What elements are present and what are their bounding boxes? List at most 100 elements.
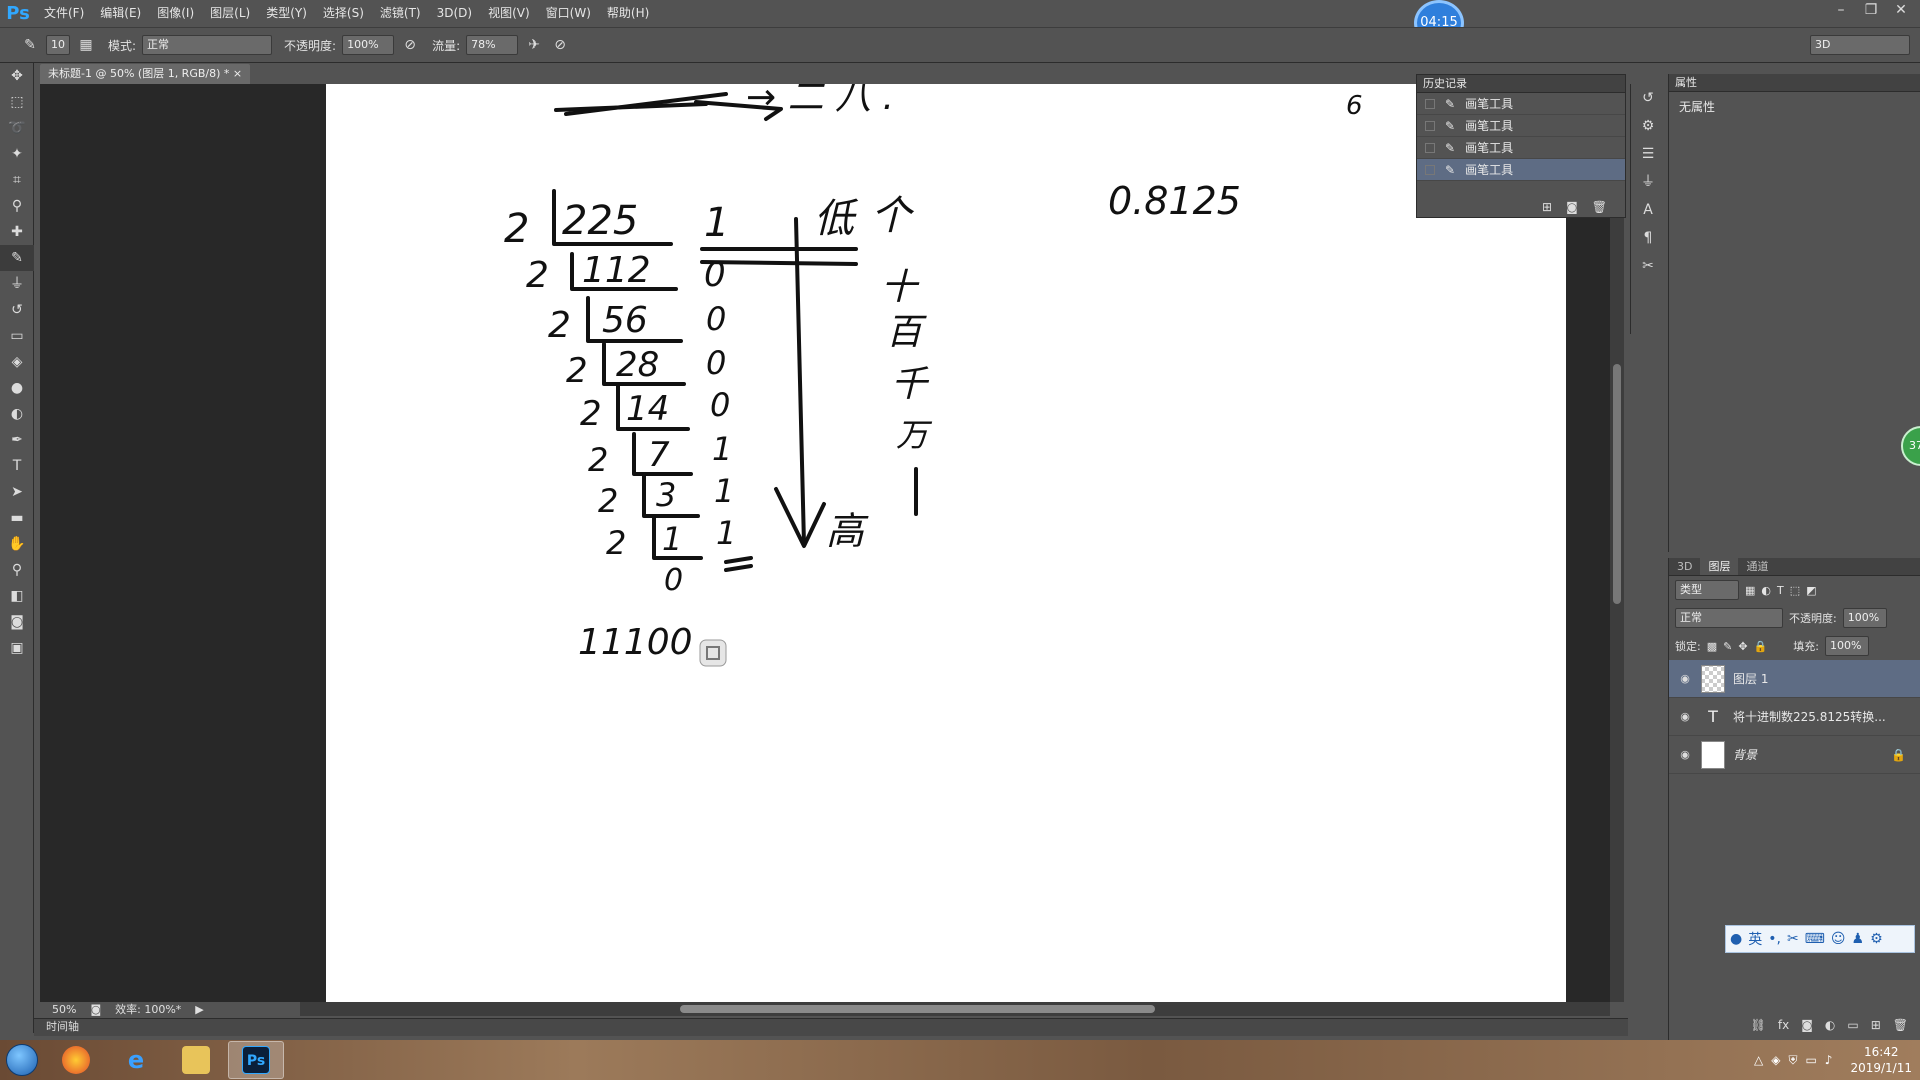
shirt-icon[interactable]: ♟: [1852, 931, 1865, 947]
camera-icon[interactable]: ◙: [90, 1002, 101, 1018]
new-layer-icon[interactable]: ⊞: [1871, 1018, 1881, 1038]
document-tab[interactable]: 未标题-1 @ 50% (图层 1, RGB/8) * ×: [40, 64, 251, 84]
menu-3d[interactable]: 3D(D): [429, 0, 480, 27]
horizontal-scrollbar[interactable]: [300, 1002, 1610, 1016]
scissors-icon[interactable]: ✂: [1787, 931, 1799, 947]
sliders-icon[interactable]: ☰: [1631, 140, 1665, 168]
minimize-icon[interactable]: –: [1826, 0, 1856, 20]
crop-tool-icon[interactable]: ⌗: [0, 167, 34, 193]
history-brush-icon[interactable]: ↺: [0, 297, 34, 323]
ime-language[interactable]: 英: [1748, 929, 1762, 949]
workspace-select[interactable]: 3D: [1810, 35, 1910, 55]
mode-select[interactable]: 正常: [142, 35, 273, 55]
punctuation-icon[interactable]: •,: [1768, 931, 1781, 947]
properties-title[interactable]: 属性: [1669, 74, 1920, 92]
eraser-tool-icon[interactable]: ▭: [0, 323, 34, 349]
tray-arrow-icon[interactable]: △: [1754, 1053, 1763, 1067]
status-menu-icon[interactable]: ▶: [195, 1002, 203, 1018]
group-folder-icon[interactable]: ▭: [1847, 1018, 1858, 1038]
type-tool-icon[interactable]: T: [0, 453, 34, 479]
vertical-scrollbar[interactable]: [1610, 84, 1624, 1002]
blur-tool-icon[interactable]: ●: [0, 375, 34, 401]
airbrush-icon[interactable]: ✈: [524, 35, 544, 55]
tray-network-icon[interactable]: ◈: [1771, 1053, 1780, 1067]
new-document-icon[interactable]: ⊞: [1542, 197, 1552, 217]
pressure-size-icon[interactable]: ⊘: [550, 35, 570, 55]
menu-type[interactable]: 类型(Y): [258, 0, 315, 27]
flow-input[interactable]: 78%: [466, 35, 519, 55]
filter-adjust-icon[interactable]: ◐: [1761, 584, 1771, 597]
menu-help[interactable]: 帮助(H): [599, 0, 657, 27]
menu-view[interactable]: 视图(V): [480, 0, 538, 27]
menu-filter[interactable]: 滤镜(T): [372, 0, 429, 27]
filter-smart-icon[interactable]: ◩: [1806, 584, 1816, 597]
settings-gear-icon[interactable]: ⚙: [1870, 931, 1883, 947]
history-panel-title[interactable]: 历史记录: [1417, 75, 1625, 93]
history-checkbox[interactable]: [1425, 120, 1435, 131]
layer-name[interactable]: 将十进制数225.8125转换...: [1733, 708, 1886, 725]
clock[interactable]: 16:42 2019/1/11: [1850, 1044, 1912, 1076]
menu-image[interactable]: 图像(I): [149, 0, 202, 27]
fx-icon[interactable]: fx: [1778, 1018, 1789, 1038]
menu-window[interactable]: 窗口(W): [538, 0, 599, 27]
layer-row-active[interactable]: ◉ 图层 1: [1669, 660, 1920, 698]
menu-edit[interactable]: 编辑(E): [92, 0, 149, 27]
taskbar-app-colorful[interactable]: [48, 1041, 104, 1079]
snapshot-icon[interactable]: ◙: [1566, 197, 1578, 217]
pen-tool-icon[interactable]: ✒: [0, 427, 34, 453]
menu-file[interactable]: 文件(F): [36, 0, 92, 27]
brush-panel-icon[interactable]: ▦: [76, 35, 96, 55]
lasso-tool-icon[interactable]: ➰: [0, 115, 34, 141]
layer-name[interactable]: 背景: [1733, 746, 1757, 763]
history-checkbox[interactable]: [1425, 164, 1435, 175]
marquee-tool-icon[interactable]: ⬚: [0, 89, 34, 115]
visibility-eye-icon[interactable]: ◉: [1677, 672, 1693, 685]
history-item[interactable]: ✎ 画笔工具: [1417, 137, 1625, 159]
horizontal-scroll-thumb[interactable]: [680, 1005, 1155, 1013]
layer-row[interactable]: ◉ 背景 🔒: [1669, 736, 1920, 774]
adjustments-icon[interactable]: ⚙: [1631, 112, 1665, 140]
opacity-input[interactable]: 100%: [342, 35, 395, 55]
close-icon[interactable]: ✕: [1886, 0, 1916, 20]
history-item[interactable]: ✎ 画笔工具: [1417, 93, 1625, 115]
menu-select[interactable]: 选择(S): [315, 0, 372, 27]
taskbar-app-explorer[interactable]: [168, 1041, 224, 1079]
adjustment-layer-icon[interactable]: ◐: [1825, 1018, 1835, 1038]
stamp-tool-icon[interactable]: ⏚: [0, 271, 34, 297]
vertical-scroll-thumb[interactable]: [1613, 364, 1621, 604]
menu-layer[interactable]: 图层(L): [202, 0, 258, 27]
lock-transparency-icon[interactable]: ▩: [1707, 640, 1717, 653]
healing-tool-icon[interactable]: ✚: [0, 219, 34, 245]
color-swatches-icon[interactable]: ◧: [0, 583, 34, 609]
filter-shape-icon[interactable]: ⬚: [1790, 584, 1800, 597]
tray-monitor-icon[interactable]: ▭: [1805, 1053, 1816, 1067]
paint-bucket-icon[interactable]: ◈: [0, 349, 34, 375]
tray-volume-icon[interactable]: ♪: [1825, 1053, 1833, 1067]
zoom-tool-icon[interactable]: ⚲: [0, 557, 34, 583]
eyedropper-tool-icon[interactable]: ⚲: [0, 193, 34, 219]
brush-size-picker[interactable]: 10: [46, 35, 70, 55]
tab-layers[interactable]: 图层: [1700, 558, 1739, 575]
timeline-bar[interactable]: 时间轴: [34, 1018, 1628, 1036]
quick-mask-icon[interactable]: ◙: [0, 609, 34, 635]
screen-mode-icon[interactable]: ▣: [0, 635, 34, 661]
brush-preset-icon[interactable]: ✎: [20, 35, 40, 55]
history-checkbox[interactable]: [1425, 142, 1435, 153]
dodge-tool-icon[interactable]: ◐: [0, 401, 34, 427]
visibility-eye-icon[interactable]: ◉: [1677, 748, 1693, 761]
tray-shield-icon[interactable]: ⛨: [1788, 1053, 1797, 1068]
keyboard-icon[interactable]: ⌨: [1805, 931, 1825, 947]
visibility-eye-icon[interactable]: ◉: [1677, 710, 1693, 723]
fill-input[interactable]: 100%: [1824, 636, 1869, 656]
pressure-opacity-icon[interactable]: ⊘: [400, 35, 420, 55]
history-checkbox[interactable]: [1425, 98, 1435, 109]
tab-channels[interactable]: 通道: [1738, 558, 1776, 575]
path-select-icon[interactable]: ➤: [0, 479, 34, 505]
restore-icon[interactable]: ❐: [1856, 0, 1886, 20]
blend-mode-select[interactable]: 正常: [1675, 608, 1783, 628]
history-item-active[interactable]: ✎ 画笔工具: [1417, 159, 1625, 181]
character-icon[interactable]: A: [1631, 196, 1665, 224]
zoom-level[interactable]: 50%: [52, 1002, 76, 1018]
filter-type-icon[interactable]: T: [1777, 584, 1784, 597]
tools-icon[interactable]: ✂: [1631, 252, 1665, 280]
